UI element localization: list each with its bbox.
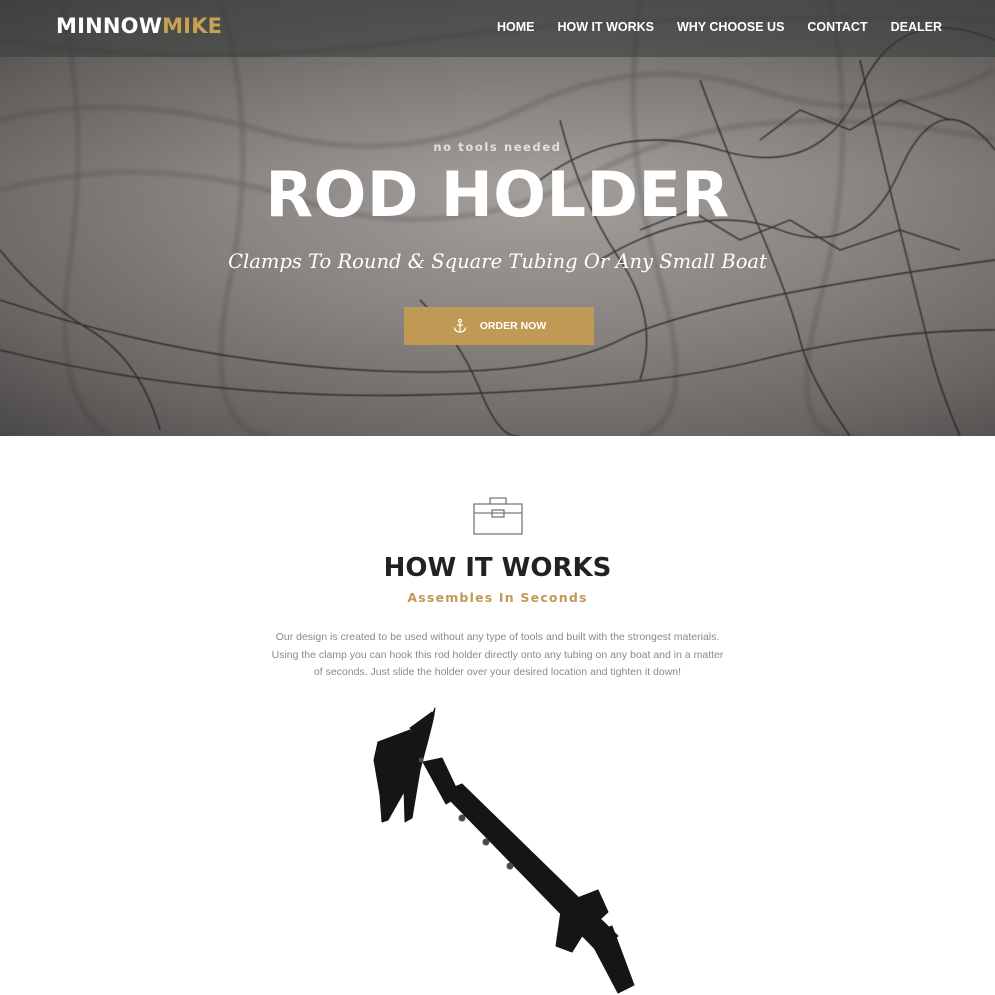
section-description: Our design is created to be used without… <box>271 631 724 679</box>
nav-item-contact[interactable]: CONTACT <box>807 19 867 35</box>
top-navbar: MINNOWMIKE HOME HOW IT WORKS WHY CHOOSE … <box>0 0 995 57</box>
section-subtitle: Assembles In Seconds <box>407 590 588 605</box>
nav-item-dealer[interactable]: DEALER <box>891 19 942 35</box>
section-title: HOW IT WORKS <box>383 553 612 583</box>
hero-title: ROD HOLDER <box>265 158 730 231</box>
anchor-icon <box>452 318 468 334</box>
hero-eyebrow: no tools needed <box>433 140 562 154</box>
nav-item-home[interactable]: HOME <box>497 19 535 35</box>
nav-item-why-choose-us[interactable]: WHY CHOOSE US <box>677 19 784 35</box>
nav-item-how-it-works[interactable]: HOW IT WORKS <box>557 19 654 35</box>
rod-holder-product-image <box>373 707 635 994</box>
toolbox-icon <box>473 497 523 535</box>
logo-part-minnow: MINNOW <box>56 14 163 38</box>
order-now-label: ORDER NOW <box>479 320 547 332</box>
hero-subtitle: Clamps To Round & Square Tubing Or Any S… <box>228 250 767 273</box>
logo-part-mike: MIKE <box>162 14 223 38</box>
hero-section: no tools needed ROD HOLDER Clamps To Rou… <box>0 0 995 436</box>
main-nav: HOME HOW IT WORKS WHY CHOOSE US CONTACT … <box>497 19 942 35</box>
brand-logo[interactable]: MINNOWMIKE <box>56 13 222 39</box>
order-now-button[interactable]: ORDER NOW <box>404 307 594 345</box>
